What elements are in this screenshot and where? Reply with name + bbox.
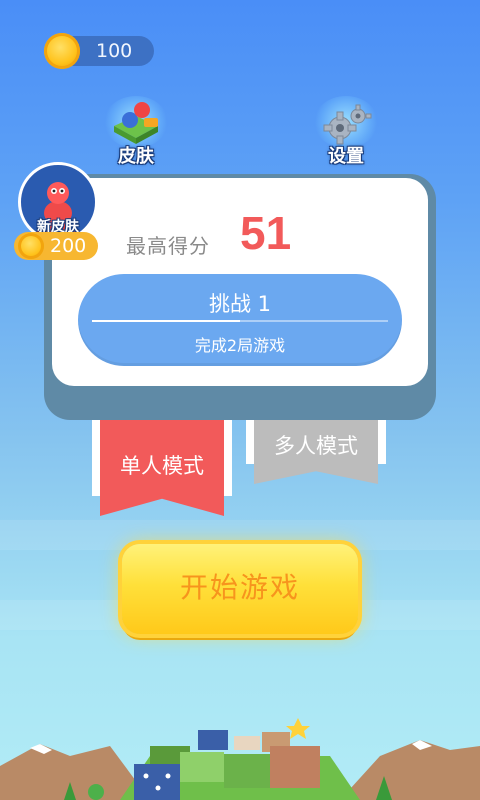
single-player-mode-tab[interactable]: 单人模式 <box>100 420 224 516</box>
start-game-label: 开始游戏 <box>179 571 300 604</box>
multi-player-mode-tab[interactable]: 多人模式 <box>254 420 378 484</box>
challenge-progress-fill <box>92 320 240 322</box>
ribbon-edge <box>378 420 386 464</box>
multi-player-label: 多人模式 <box>274 434 358 458</box>
coin-count: 100 <box>96 40 133 62</box>
best-score-label: 最高得分 <box>126 234 210 258</box>
start-game-button[interactable]: 开始游戏 <box>122 544 358 634</box>
ribbon-edge <box>246 420 254 464</box>
skin-button[interactable]: 皮肤 <box>100 96 172 168</box>
ribbon-edge <box>92 420 100 496</box>
settings-label: 设置 <box>328 146 364 167</box>
ribbon-edge <box>224 420 232 496</box>
challenge-description: 完成2局游戏 <box>194 336 286 355</box>
challenge-title: 挑战 1 <box>208 292 272 316</box>
challenge-progress-track <box>92 320 388 322</box>
best-score-value: 51 <box>240 207 292 259</box>
challenge-card[interactable]: 挑战 1 完成2局游戏 <box>78 274 402 366</box>
skin-label: 皮肤 <box>118 146 154 167</box>
settings-button[interactable]: 设置 <box>310 96 382 168</box>
single-player-label: 单人模式 <box>120 454 204 478</box>
skin-price: 200 <box>50 235 87 257</box>
island-scenery <box>0 718 480 800</box>
coin-icon <box>18 233 44 259</box>
coin-icon <box>44 33 80 69</box>
